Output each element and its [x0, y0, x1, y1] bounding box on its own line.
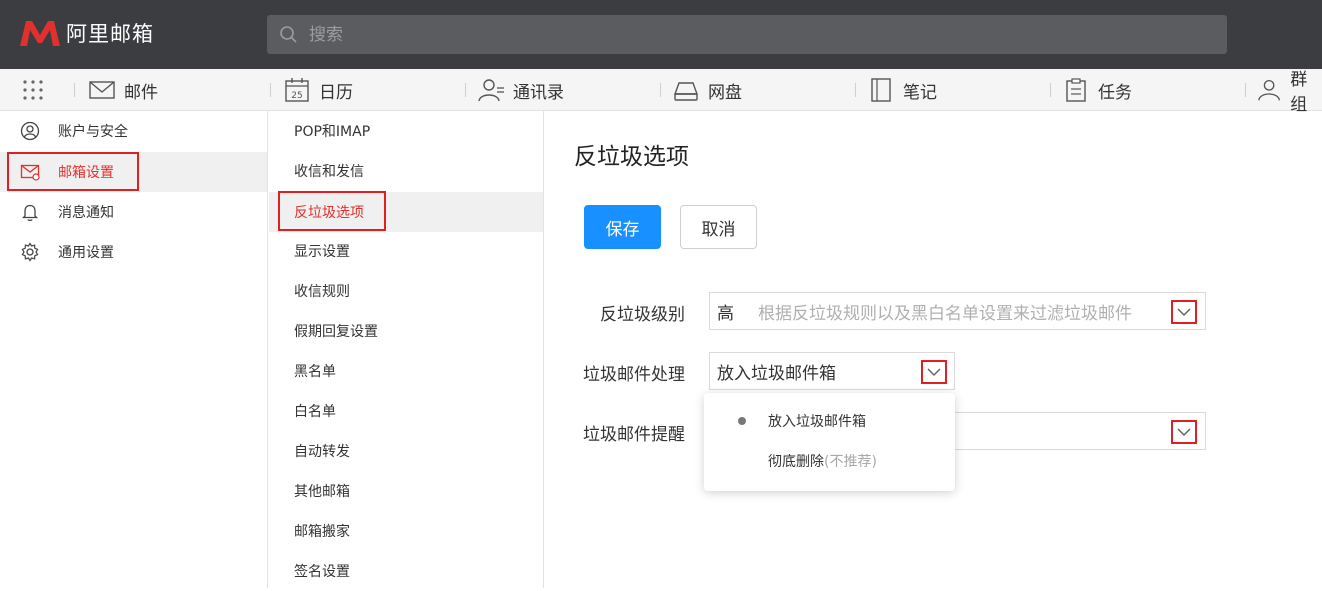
save-button[interactable]: 保存 [584, 205, 661, 249]
spam-reminder-dropdown-toggle[interactable] [1171, 420, 1197, 444]
nav-item-notes[interactable]: 笔记 [867, 69, 937, 111]
spam-handling-label: 垃圾邮件处理 [583, 365, 685, 385]
spam-level-value: 高 [717, 303, 734, 324]
sidebar-item-label: 消息通知 [58, 205, 114, 221]
submenu-item-pop-imap[interactable]: POP和IMAP [269, 111, 543, 151]
spam-level-label: 反垃圾级别 [600, 305, 685, 325]
nav-divider [1050, 83, 1051, 97]
apps-grid-icon[interactable] [22, 79, 44, 101]
submenu-item-blacklist[interactable]: 黑名单 [269, 351, 543, 391]
nav-item-groups[interactable]: 群组 [1256, 69, 1322, 115]
spam-handling-value: 放入垃圾邮件箱 [717, 363, 836, 384]
settings-sidebar: 账户与安全 邮箱设置 消息通知 通用设置 [0, 111, 268, 588]
submenu-item-whitelist[interactable]: 白名单 [269, 391, 543, 431]
spam-level-select[interactable]: 高 根据反垃圾规则以及黑白名单设置来过滤垃圾邮件 [709, 292, 1206, 330]
nav-divider [270, 83, 271, 97]
nav-divider [660, 83, 661, 97]
nav-item-drive[interactable]: 网盘 [672, 69, 742, 111]
gear-icon [21, 242, 39, 262]
sidebar-item-notifications[interactable]: 消息通知 [0, 192, 267, 232]
bell-icon [21, 204, 39, 222]
nav-divider [465, 83, 466, 97]
app-logo[interactable]: 阿里邮箱 [18, 18, 154, 48]
spam-handling-dropdown-toggle[interactable] [921, 360, 947, 384]
nav-item-contacts[interactable]: 通讯录 [477, 69, 564, 111]
nav-item-label: 邮件 [124, 82, 158, 103]
page-title: 反垃圾选项 [574, 144, 689, 170]
dropdown-option-label: 彻底删除 [768, 454, 824, 470]
submenu-item-vacation-reply[interactable]: 假期回复设置 [269, 311, 543, 351]
spam-handling-dropdown-menu: 放入垃圾邮件箱 彻底删除 (不推荐) [704, 393, 955, 491]
nav-item-label: 任务 [1098, 82, 1132, 103]
nav-item-label: 群组 [1290, 70, 1308, 115]
sidebar-item-label: 通用设置 [58, 245, 114, 261]
user-circle-icon [20, 121, 40, 141]
nav-divider [1245, 83, 1246, 97]
nav-item-tasks[interactable]: 任务 [1062, 69, 1132, 111]
anti-spam-panel: 反垃圾选项 保存 取消 反垃圾级别 高 根据反垃圾规则以及黑白名单设置来过滤垃圾… [545, 111, 1322, 588]
calendar-icon: 25 [285, 78, 309, 102]
highlight-box [278, 191, 386, 231]
search-icon [280, 25, 297, 43]
submenu-item-send-receive[interactable]: 收信和发信 [269, 151, 543, 191]
mailbox-settings-menu: POP和IMAP 收信和发信 反垃圾选项 显示设置 收信规则 假期回复设置 黑名… [269, 111, 544, 588]
spam-level-hint: 根据反垃圾规则以及黑白名单设置来过滤垃圾邮件 [758, 303, 1132, 324]
submenu-item-display[interactable]: 显示设置 [269, 231, 543, 271]
nav-item-mail[interactable]: 邮件 [88, 69, 158, 111]
groups-icon [1258, 79, 1281, 101]
nav-item-label: 日历 [319, 82, 353, 103]
notes-icon [871, 78, 891, 102]
mail-icon [89, 81, 115, 99]
dropdown-option-note: (不推荐) [824, 454, 877, 470]
sidebar-item-account-security[interactable]: 账户与安全 [0, 111, 267, 151]
app-nav-bar: 邮件 25 日历 通讯录 网盘 笔记 任务 群组 [0, 69, 1322, 115]
sidebar-item-label: 账户与安全 [58, 124, 128, 140]
dropdown-option-label: 放入垃圾邮件箱 [768, 414, 866, 430]
dropdown-option-delete-permanently[interactable]: 彻底删除 (不推荐) [704, 441, 955, 481]
nav-item-label: 通讯录 [513, 82, 564, 103]
nav-item-label: 网盘 [708, 82, 742, 103]
highlight-box [7, 152, 139, 191]
top-header: 阿里邮箱 [0, 0, 1322, 69]
submenu-item-other-mailbox[interactable]: 其他邮箱 [269, 471, 543, 511]
search-input[interactable] [309, 24, 1169, 45]
submenu-item-signature[interactable]: 签名设置 [269, 551, 543, 591]
cancel-button[interactable]: 取消 [680, 205, 757, 249]
nav-divider [74, 83, 75, 97]
contacts-icon [478, 79, 504, 102]
spam-handling-select[interactable]: 放入垃圾邮件箱 [709, 352, 955, 390]
chevron-down-icon [1177, 427, 1191, 436]
spam-level-dropdown-toggle[interactable] [1171, 300, 1197, 324]
tasks-icon [1066, 78, 1086, 102]
selected-dot-icon [738, 417, 746, 425]
nav-item-calendar[interactable]: 25 日历 [283, 69, 353, 111]
submenu-item-rules[interactable]: 收信规则 [269, 271, 543, 311]
sidebar-item-general-settings[interactable]: 通用设置 [0, 232, 267, 272]
logo-text: 阿里邮箱 [66, 22, 154, 46]
nav-item-label: 笔记 [903, 82, 937, 103]
chevron-down-icon [1177, 307, 1191, 316]
drive-icon [674, 82, 698, 101]
spam-reminder-label: 垃圾邮件提醒 [583, 425, 685, 445]
chevron-down-icon [927, 367, 941, 376]
logo-m-icon [20, 21, 60, 46]
dropdown-option-move-to-spam[interactable]: 放入垃圾邮件箱 [704, 401, 955, 441]
submenu-item-auto-forward[interactable]: 自动转发 [269, 431, 543, 471]
submenu-item-mailbox-migration[interactable]: 邮箱搬家 [269, 511, 543, 551]
nav-divider [855, 83, 856, 97]
search-bar[interactable] [267, 15, 1227, 54]
calendar-day-text: 25 [291, 91, 302, 101]
